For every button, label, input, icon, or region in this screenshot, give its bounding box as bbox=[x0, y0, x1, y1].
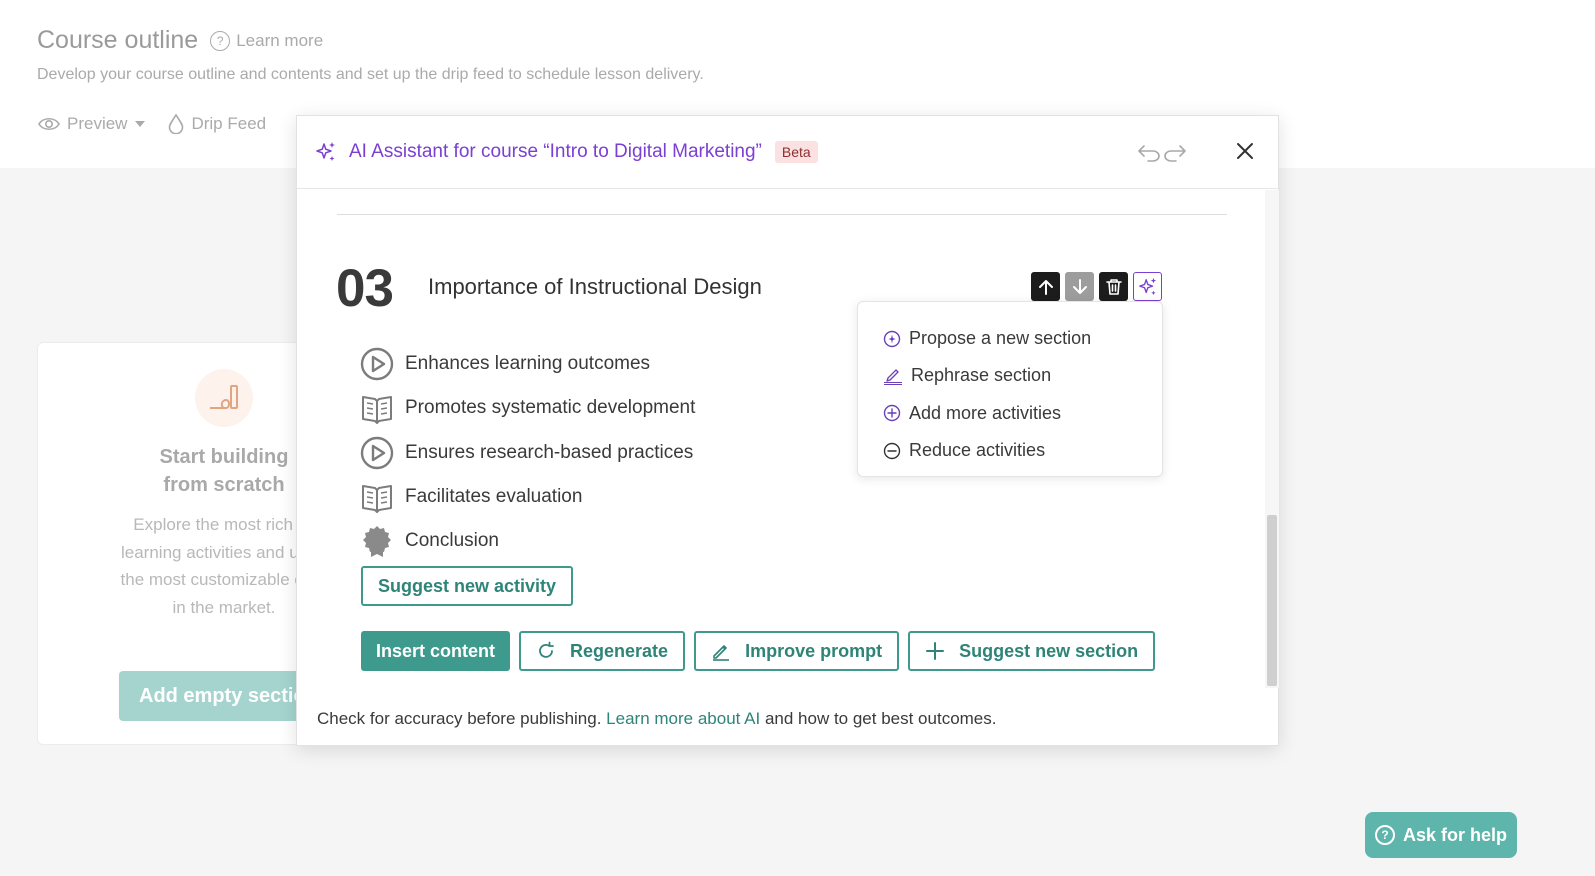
regenerate-button[interactable]: Regenerate bbox=[519, 631, 686, 671]
ask-for-help-label: Ask for help bbox=[1403, 824, 1508, 845]
menu-item-label: Rephrase section bbox=[911, 365, 1052, 386]
propose-icon bbox=[883, 330, 901, 347]
page-title: Course outline bbox=[37, 26, 199, 54]
activity-list: Enhances learning outcomes Promotes syst… bbox=[360, 342, 695, 563]
plus-icon bbox=[926, 642, 945, 660]
book-icon bbox=[360, 480, 394, 514]
suggest-new-section-label: Suggest new section bbox=[959, 640, 1139, 661]
learn-more-link[interactable]: ? Learn more bbox=[210, 30, 324, 51]
activity-label: Enhances learning outcomes bbox=[405, 353, 651, 375]
modal-body: 03 Importance of Instructional Design En… bbox=[297, 190, 1265, 688]
ask-for-help-button[interactable]: ? Ask for help bbox=[1365, 812, 1517, 858]
book-icon bbox=[360, 391, 394, 425]
move-up-button[interactable] bbox=[1031, 272, 1060, 301]
ai-section-menu-button[interactable] bbox=[1133, 272, 1162, 301]
close-icon[interactable] bbox=[1234, 140, 1256, 162]
regenerate-label: Regenerate bbox=[570, 640, 669, 661]
redo-icon[interactable] bbox=[1163, 141, 1187, 163]
caret-down-icon bbox=[135, 121, 146, 127]
pencil-icon bbox=[195, 369, 253, 427]
learn-more-about-ai-link[interactable]: Learn more about AI bbox=[606, 709, 760, 728]
footer-text: Check for accuracy before publishing. bbox=[317, 709, 602, 728]
section-title: Importance of Instructional Design bbox=[428, 274, 762, 299]
activity-item[interactable]: Conclusion bbox=[360, 519, 695, 563]
activity-label: Promotes systematic development bbox=[405, 397, 696, 419]
activity-label: Ensures research-based practices bbox=[405, 441, 694, 463]
help-circle-icon: ? bbox=[210, 30, 231, 51]
learn-more-label: Learn more bbox=[236, 30, 324, 50]
divider bbox=[337, 214, 1227, 215]
page-subtitle: Develop your course outline and contents… bbox=[37, 66, 704, 83]
refresh-icon bbox=[539, 641, 554, 658]
suggest-new-activity-button[interactable]: Suggest new activity bbox=[361, 566, 574, 606]
ai-assistant-modal: AI Assistant for course “Intro to Digita… bbox=[296, 115, 1279, 746]
menu-item-rephrase-section[interactable]: Rephrase section bbox=[858, 357, 1162, 394]
modal-scrollbar[interactable] bbox=[1265, 190, 1279, 688]
improve-prompt-label: Improve prompt bbox=[745, 640, 883, 661]
arrow-up-icon bbox=[1038, 279, 1053, 295]
award-icon bbox=[360, 524, 394, 558]
eye-icon bbox=[38, 117, 60, 131]
insert-content-button[interactable]: Insert content bbox=[361, 631, 511, 671]
menu-item-add-activities[interactable]: Add more activities bbox=[858, 395, 1162, 432]
ai-section-dropdown-menu: Propose a new section Rephrase section A… bbox=[857, 301, 1163, 477]
rephrase-icon bbox=[884, 369, 902, 385]
menu-item-label: Propose a new section bbox=[909, 328, 1092, 349]
pencil-icon bbox=[713, 645, 730, 661]
beta-badge: Beta bbox=[774, 141, 818, 163]
undo-redo-group bbox=[1137, 141, 1187, 163]
move-down-button[interactable] bbox=[1065, 272, 1094, 301]
modal-title: AI Assistant for course “Intro to Digita… bbox=[349, 141, 762, 162]
play-icon bbox=[360, 436, 394, 470]
arrow-down-icon bbox=[1072, 278, 1087, 294]
activity-item[interactable]: Promotes systematic development bbox=[360, 386, 695, 430]
trash-icon bbox=[1105, 278, 1122, 295]
activity-label: Conclusion bbox=[405, 530, 499, 552]
drip-feed-button[interactable]: Drip Feed bbox=[168, 114, 266, 134]
minus-circle-icon bbox=[883, 442, 901, 459]
preview-label: Preview bbox=[67, 114, 128, 133]
preview-button[interactable]: Preview bbox=[38, 114, 146, 134]
undo-icon[interactable] bbox=[1137, 141, 1161, 163]
sparkle-icon bbox=[1138, 277, 1156, 295]
drop-icon bbox=[169, 114, 184, 134]
page-toolbar: Preview Drip Feed bbox=[38, 114, 266, 134]
menu-item-label: Reduce activities bbox=[909, 440, 1046, 461]
section-number: 03 bbox=[336, 259, 394, 318]
help-circle-icon: ? bbox=[1375, 825, 1395, 845]
menu-item-reduce-activities[interactable]: Reduce activities bbox=[858, 432, 1162, 469]
activity-item[interactable]: Ensures research-based practices bbox=[360, 431, 695, 475]
footer-text: and how to get best outcomes. bbox=[764, 709, 997, 728]
modal-footer: Check for accuracy before publishing. Le… bbox=[317, 709, 997, 729]
plus-circle-icon bbox=[883, 405, 901, 422]
sparkle-icon bbox=[316, 142, 335, 161]
menu-item-propose-section[interactable]: Propose a new section bbox=[858, 320, 1162, 357]
delete-section-button[interactable] bbox=[1099, 272, 1128, 301]
play-icon bbox=[360, 347, 394, 381]
scrollbar-thumb[interactable] bbox=[1267, 515, 1277, 686]
page-title-row: Course outline ? Learn more bbox=[37, 26, 323, 55]
activity-label: Facilitates evaluation bbox=[405, 486, 583, 508]
suggest-new-section-button[interactable]: Suggest new section bbox=[908, 631, 1156, 671]
modal-header: AI Assistant for course “Intro to Digita… bbox=[297, 116, 1278, 189]
drip-feed-label: Drip Feed bbox=[191, 114, 267, 133]
menu-item-label: Add more activities bbox=[909, 402, 1062, 423]
activity-item[interactable]: Facilitates evaluation bbox=[360, 475, 695, 519]
action-row: Insert content Regenerate Improve prompt… bbox=[361, 631, 1156, 671]
section-tools bbox=[1031, 272, 1162, 301]
activity-item[interactable]: Enhances learning outcomes bbox=[360, 342, 695, 386]
improve-prompt-button[interactable]: Improve prompt bbox=[694, 631, 900, 671]
